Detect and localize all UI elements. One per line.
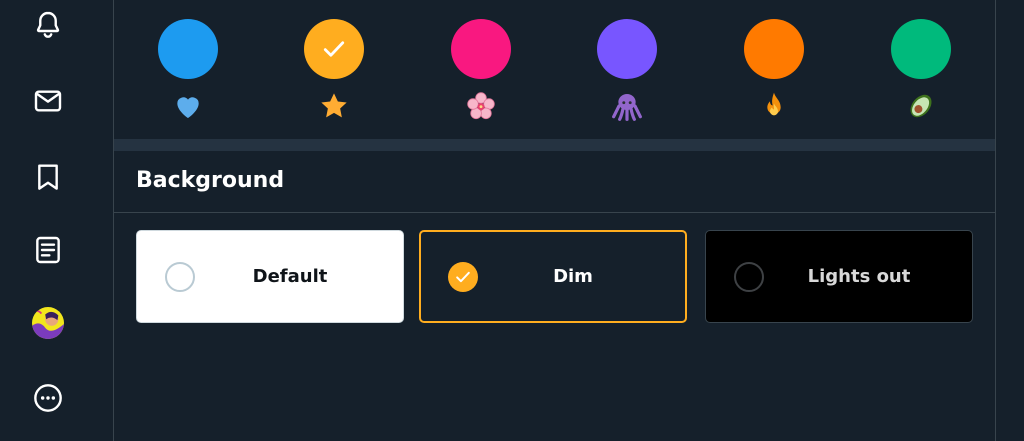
- right-divider: [995, 0, 996, 441]
- bookmark-icon: [38, 164, 58, 190]
- cherry-blossom-icon: [461, 88, 501, 124]
- display-settings-panel: Background Default Dim Lights out: [114, 0, 996, 441]
- check-icon: [456, 271, 470, 283]
- radio-default[interactable]: [165, 262, 195, 292]
- background-option-label: Lights out: [807, 266, 911, 287]
- color-swatch-blue[interactable]: [158, 19, 218, 79]
- mail-icon: [34, 90, 62, 112]
- background-option-lights-out[interactable]: Lights out: [705, 230, 973, 323]
- divider: [114, 212, 995, 213]
- messages-nav[interactable]: [31, 84, 65, 118]
- avocado-icon: [901, 88, 941, 124]
- avatar: [32, 307, 64, 339]
- check-icon: [323, 41, 345, 57]
- radio-lights-out[interactable]: [734, 262, 764, 292]
- color-swatch-purple[interactable]: [597, 19, 657, 79]
- color-swatch-orange[interactable]: [744, 19, 804, 79]
- background-option-default[interactable]: Default: [136, 230, 404, 323]
- background-option-label: Default: [252, 266, 328, 287]
- sidebar: [0, 0, 114, 441]
- background-option-dim[interactable]: Dim: [419, 230, 687, 323]
- notifications-nav[interactable]: [31, 8, 65, 42]
- bookmarks-nav[interactable]: [31, 160, 65, 194]
- octopus-icon: [607, 88, 647, 124]
- profile-nav[interactable]: [31, 306, 65, 340]
- background-option-label: Dim: [553, 266, 593, 287]
- bell-icon: [36, 11, 60, 38]
- color-swatch-green[interactable]: [891, 19, 951, 79]
- fire-icon: [754, 88, 794, 124]
- more-icon: [34, 384, 62, 412]
- star-icon: [314, 88, 354, 124]
- list-icon: [36, 236, 60, 264]
- color-picker: [114, 0, 995, 140]
- lists-nav[interactable]: [31, 233, 65, 267]
- blue-heart-icon: [168, 88, 208, 124]
- more-nav[interactable]: [31, 381, 65, 415]
- radio-dim[interactable]: [448, 262, 478, 292]
- color-swatch-pink[interactable]: [451, 19, 511, 79]
- section-separator: [114, 139, 995, 151]
- color-swatch-yellow[interactable]: [304, 19, 364, 79]
- background-section-title: Background: [136, 168, 285, 193]
